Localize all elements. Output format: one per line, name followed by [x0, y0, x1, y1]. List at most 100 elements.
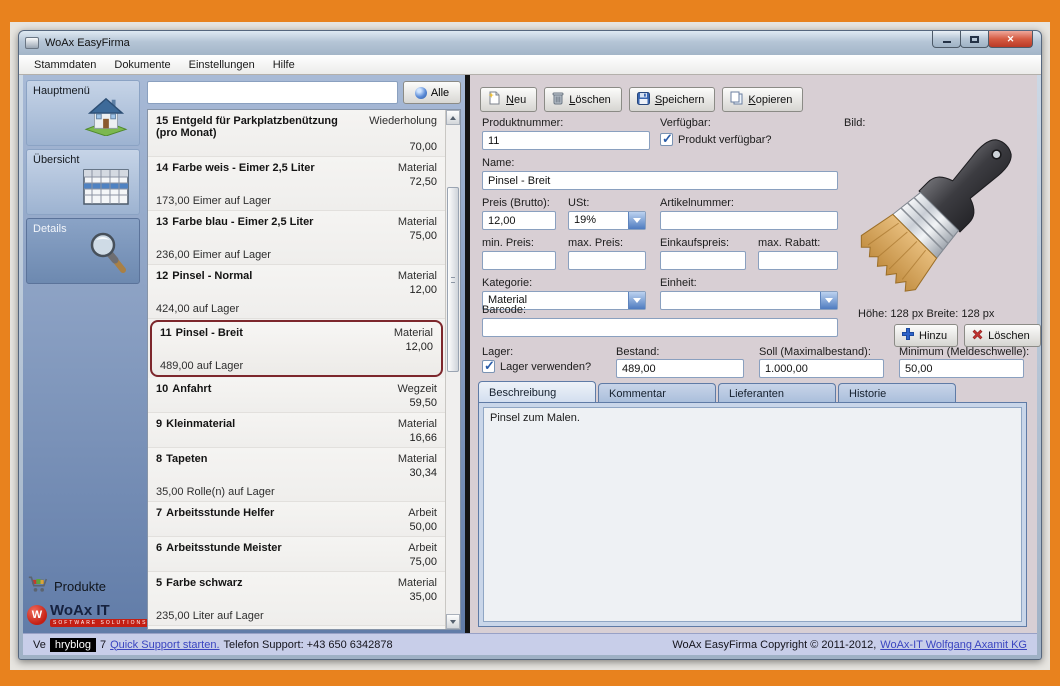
- maximize-button[interactable]: [960, 31, 989, 48]
- soll-input[interactable]: [759, 359, 884, 378]
- preis-input[interactable]: [482, 211, 556, 230]
- name-label: Name:: [482, 157, 514, 169]
- trash-icon: [552, 91, 564, 108]
- title-bar[interactable]: WoAx EasyFirma ✕: [19, 31, 1041, 55]
- magnifier-icon: [85, 230, 129, 279]
- barcode-input[interactable]: [482, 318, 838, 337]
- desktop-background: WoAx EasyFirma ✕ StammdatenDokumenteEins…: [10, 22, 1050, 670]
- einheit-dropdown[interactable]: [660, 291, 838, 310]
- save-button[interactable]: Speichern: [629, 87, 716, 112]
- einkaufspreis-label: Einkaufspreis:: [660, 237, 729, 249]
- soll-label: Soll (Maximalbestand):: [759, 346, 871, 358]
- menu-item-dokumente[interactable]: Dokumente: [105, 57, 179, 73]
- name-input[interactable]: [482, 171, 838, 190]
- version-text-prefix: Ve: [33, 639, 46, 651]
- verfuegbar-checkbox[interactable]: [660, 133, 673, 146]
- chevron-down-icon[interactable]: [628, 292, 645, 309]
- list-item[interactable]: 12Pinsel - Normal Material 12,00 424,00 …: [148, 265, 445, 319]
- verfuegbar-label: Verfügbar:: [660, 117, 711, 129]
- detail-tabs: BeschreibungKommentarLieferantenHistorie: [478, 381, 958, 403]
- close-button[interactable]: ✕: [988, 31, 1033, 48]
- produktnummer-label: Produktnummer:: [482, 117, 563, 129]
- globe-icon: [415, 87, 427, 99]
- chevron-down-icon[interactable]: [628, 212, 645, 229]
- version-text-suffix: 7: [100, 639, 106, 651]
- produktnummer-input[interactable]: [482, 131, 650, 150]
- max-rabatt-input[interactable]: [758, 251, 838, 270]
- image-add-button[interactable]: Hinzu: [894, 324, 958, 347]
- save-icon: [637, 92, 650, 108]
- minimum-input[interactable]: [899, 359, 1024, 378]
- image-delete-button[interactable]: Löschen: [964, 324, 1041, 347]
- arrow-down-icon: [450, 620, 456, 624]
- arrow-up-icon: [450, 116, 456, 120]
- lager-checkbox[interactable]: [482, 360, 495, 373]
- scroll-up-button[interactable]: [446, 110, 460, 125]
- phone-support-text: Telefon Support: +43 650 6342878: [224, 639, 393, 651]
- product-list: 15Entgeld für Parkplatzbenützung (pro Mo…: [148, 110, 445, 629]
- sidebar-item-hauptmenu[interactable]: Hauptmenü: [26, 80, 140, 146]
- woax-logo-name: WoAx IT: [50, 603, 150, 618]
- product-image: [848, 117, 1034, 303]
- list-item[interactable]: 15Entgeld für Parkplatzbenützung (pro Mo…: [148, 110, 445, 157]
- minimize-button[interactable]: [932, 31, 961, 48]
- list-item[interactable]: 5Farbe schwarz Material 35,00 235,00 Lit…: [148, 572, 445, 626]
- search-input[interactable]: [147, 81, 398, 104]
- einheit-label: Einheit:: [660, 277, 697, 289]
- list-item[interactable]: 13Farbe blau - Eimer 2,5 Liter Material …: [148, 211, 445, 265]
- app-icon: [25, 37, 39, 49]
- show-all-button[interactable]: Alle: [403, 81, 461, 104]
- new-button[interactable]: Neu: [480, 87, 537, 112]
- minimize-icon: [943, 41, 951, 43]
- app-window: WoAx EasyFirma ✕ StammdatenDokumenteEins…: [18, 30, 1042, 660]
- max-rabatt-label: max. Rabatt:: [758, 237, 820, 249]
- window-title: WoAx EasyFirma: [45, 37, 130, 49]
- list-item[interactable]: 11Pinsel - Breit Material 12,00 489,00 a…: [150, 320, 443, 377]
- scrollbar-thumb[interactable]: [447, 187, 459, 372]
- list-item[interactable]: 4Farbe weis Material EK 14,00 29,75 200,…: [148, 626, 445, 629]
- copy-button[interactable]: Kopieren: [722, 87, 803, 112]
- menu-item-hilfe[interactable]: Hilfe: [264, 57, 304, 73]
- detail-toolbar: Neu Löschen: [480, 87, 803, 112]
- watermark-overlay: hryblog: [50, 638, 96, 652]
- sidebar-item-details[interactable]: Details: [26, 218, 140, 284]
- ust-label: USt:: [568, 197, 589, 209]
- list-item[interactable]: 14Farbe weis - Eimer 2,5 Liter Material …: [148, 157, 445, 211]
- description-tab-panel: [478, 402, 1027, 627]
- scrollbar-track[interactable]: [446, 125, 460, 614]
- sidebar-item-uebersicht[interactable]: Übersicht: [26, 149, 140, 215]
- list-item[interactable]: 10Anfahrt Wegzeit 59,50: [148, 378, 445, 413]
- quick-support-link[interactable]: Quick Support starten.: [110, 639, 219, 651]
- menu-item-einstellungen[interactable]: Einstellungen: [180, 57, 264, 73]
- tab-beschreibung[interactable]: Beschreibung: [478, 381, 596, 403]
- max-preis-label: max. Preis:: [568, 237, 623, 249]
- ust-dropdown[interactable]: 19%: [568, 211, 646, 230]
- bestand-input[interactable]: [616, 359, 744, 378]
- company-link[interactable]: WoAx-IT Wolfgang Axamit KG: [880, 639, 1027, 651]
- product-detail-panel: Neu Löschen: [470, 75, 1037, 633]
- tab-historie[interactable]: Historie: [838, 383, 956, 403]
- description-textarea[interactable]: [483, 407, 1022, 622]
- woax-logo: W WoAx IT SOFTWARE SOLUTIONS: [27, 603, 139, 627]
- list-item[interactable]: 6Arbeitsstunde Meister Arbeit 75,00: [148, 537, 445, 572]
- close-icon: ✕: [1007, 34, 1015, 45]
- list-item[interactable]: 9Kleinmaterial Material 16,66: [148, 413, 445, 448]
- list-item[interactable]: 7Arbeitsstunde Helfer Arbeit 50,00: [148, 502, 445, 537]
- tab-kommentar[interactable]: Kommentar: [598, 383, 716, 403]
- kategorie-label: Kategorie:: [482, 277, 532, 289]
- bestand-label: Bestand:: [616, 346, 659, 358]
- min-preis-input[interactable]: [482, 251, 556, 270]
- lager-checkbox-label: Lager verwenden?: [500, 361, 591, 373]
- list-scrollbar[interactable]: [445, 110, 460, 629]
- artikelnummer-input[interactable]: [660, 211, 838, 230]
- woax-logo-tagline: SOFTWARE SOLUTIONS: [50, 619, 150, 627]
- scroll-down-button[interactable]: [446, 614, 460, 629]
- list-item[interactable]: 8Tapeten Material 30,34 35,00 Rolle(n) a…: [148, 448, 445, 502]
- menu-item-stammdaten[interactable]: Stammdaten: [25, 57, 105, 73]
- x-icon: [972, 329, 983, 343]
- delete-button[interactable]: Löschen: [544, 87, 622, 112]
- tab-lieferanten[interactable]: Lieferanten: [718, 383, 836, 403]
- max-preis-input[interactable]: [568, 251, 646, 270]
- chevron-down-icon[interactable]: [820, 292, 837, 309]
- einkaufspreis-input[interactable]: [660, 251, 746, 270]
